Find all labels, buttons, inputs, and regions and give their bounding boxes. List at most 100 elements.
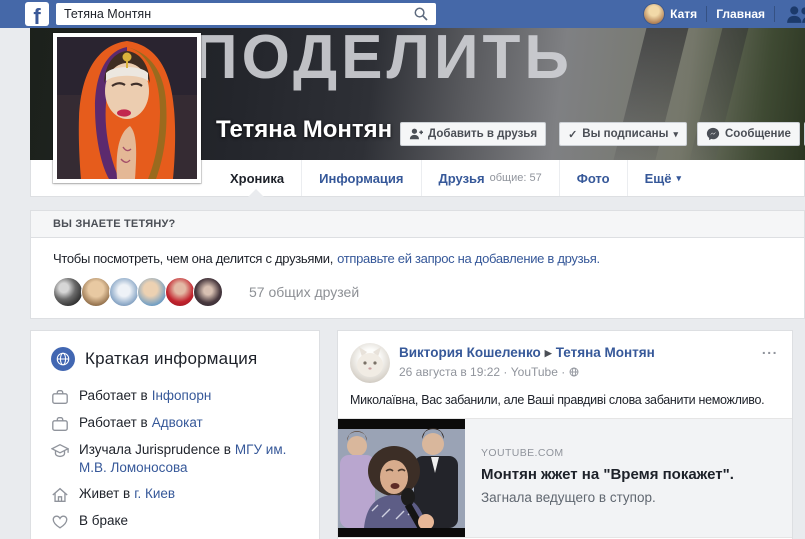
post-author-avatar[interactable] <box>350 343 390 383</box>
chevron-down-icon: ▾ <box>676 173 681 184</box>
do-you-know-box: ВЫ ЗНАЕТЕ ТЕТЯНУ? Чтобы посмотреть, чем … <box>30 210 805 319</box>
add-friend-label: Добавить в друзья <box>428 128 537 140</box>
tab-label: Фото <box>577 171 610 186</box>
do-you-know-text: Чтобы посмотреть, чем она делится с друз… <box>53 251 782 266</box>
mutual-friends-row: 57 общих друзей <box>53 277 782 307</box>
avatar[interactable] <box>81 277 111 307</box>
intro-item-text: Работает в Адвокат <box>79 414 203 432</box>
avatar[interactable] <box>193 277 223 307</box>
do-you-know-text-plain: Чтобы посмотреть, чем она делится с друз… <box>53 251 333 266</box>
attachment-description: Загнала ведущего в ступор. <box>481 490 776 505</box>
post-meta: 26 августа в 19:22 · YouTube · <box>399 365 655 379</box>
video-thumbnail <box>338 419 465 537</box>
intro-title: Краткая информация <box>85 349 257 369</box>
facebook-logo-letter: f <box>33 4 40 26</box>
post: Виктория Кошеленко ▶ Тетяна Монтян 26 авгу… <box>337 330 793 539</box>
do-you-know-body: Чтобы посмотреть, чем она делится с друз… <box>31 238 804 307</box>
search-input[interactable] <box>56 7 414 21</box>
privacy-globe-icon <box>569 367 579 377</box>
tab-friends[interactable]: Друзья общие: 57 <box>421 160 559 196</box>
topbar-divider <box>706 6 707 22</box>
topbar-divider <box>774 6 775 22</box>
mutual-friends-label: 57 общих друзей <box>249 284 359 300</box>
post-target-link[interactable]: Тетяна Монтян <box>556 345 655 360</box>
globe-icon <box>51 347 75 371</box>
home-link[interactable]: Главная <box>716 7 774 21</box>
person-add-icon <box>409 127 423 141</box>
intro-item-work: Работает в Адвокат <box>51 414 305 433</box>
arrow-right-icon: ▶ <box>545 348 552 358</box>
briefcase-icon <box>51 388 69 406</box>
send-friend-request-link[interactable]: отправьте ей запрос на добавление в друз… <box>337 251 600 266</box>
tab-label: Друзья <box>439 171 485 186</box>
facebook-logo[interactable]: f <box>25 2 49 26</box>
topbar-right-cluster: Катя Главная <box>644 0 805 28</box>
profile-picture-image <box>57 37 197 179</box>
intro-title-row: Краткая информация <box>45 347 305 371</box>
search-icon[interactable] <box>414 7 428 21</box>
intro-item-plain: Живет в <box>79 486 130 501</box>
intro-item-text: Изучала Jurisprudence вМГУ им. М.В. Ломо… <box>79 441 305 477</box>
intro-card: Краткая информация Работает вІнфопорн Ра… <box>30 330 320 539</box>
avatar[interactable] <box>137 277 167 307</box>
facebook-profile-page: f Катя Главная <box>0 0 805 539</box>
avatar[interactable] <box>109 277 139 307</box>
intro-item-text: Живет в г. Киев <box>79 485 175 503</box>
attachment-info: YOUTUBE.COM Монтян жжет на "Время покаже… <box>465 419 792 537</box>
add-friend-button[interactable]: Добавить в друзья <box>400 122 546 146</box>
subscribed-button[interactable]: ✓ Вы подписаны ▾ <box>559 122 687 146</box>
active-tab-pointer <box>248 189 264 197</box>
tab-label: Информация <box>319 171 403 186</box>
tab-photos[interactable]: Фото <box>559 160 627 196</box>
intro-item-plain: Изучала Jurisprudence в <box>79 442 231 457</box>
post-text: Миколаївна, Вас забанили, але Ваші правд… <box>350 393 780 407</box>
profile-name: Тетяна Монтян <box>216 116 392 144</box>
message-button[interactable]: Сообщение <box>697 122 800 146</box>
avatar[interactable] <box>165 277 195 307</box>
profile-picture[interactable] <box>53 33 201 183</box>
subscribed-label: Вы подписаны <box>582 128 668 140</box>
intro-item-city: Живет в г. Киев <box>51 485 305 504</box>
tab-label: Ещё <box>645 171 672 186</box>
intro-item-education: Изучала Jurisprudence вМГУ им. М.В. Ломо… <box>51 441 305 477</box>
friend-requests-icon[interactable] <box>784 5 805 24</box>
messenger-icon <box>706 127 720 141</box>
tab-more[interactable]: Ещё ▾ <box>627 160 698 196</box>
heart-icon <box>51 513 69 531</box>
intro-item-text: Работает вІнфопорн <box>79 387 211 405</box>
home-icon <box>51 486 69 504</box>
avatar[interactable] <box>644 4 664 24</box>
workplace-link[interactable]: Адвокат <box>152 415 203 430</box>
post-byline: Виктория Кошеленко ▶ Тетяна Монтян <box>399 345 655 362</box>
mutual-friends-count: общие: 57 <box>490 172 542 184</box>
link-attachment[interactable]: YOUTUBE.COM Монтян жжет на "Время покаже… <box>338 418 792 538</box>
profile-shortcut-link[interactable]: Катя <box>670 7 706 21</box>
post-author-link[interactable]: Виктория Кошеленко <box>399 345 541 360</box>
graduation-cap-icon <box>51 442 69 460</box>
post-header-text: Виктория Кошеленко ▶ Тетяна Монтян 26 авгу… <box>399 343 655 383</box>
intro-item-text: В браке <box>79 512 132 530</box>
tab-about[interactable]: Информация <box>301 160 420 196</box>
message-label: Сообщение <box>725 128 791 140</box>
workplace-link[interactable]: Інфопорн <box>152 388 212 403</box>
attachment-source: YOUTUBE.COM <box>481 447 776 459</box>
cover-overlay-text: ПОДЕЛИТЬ <box>193 28 573 93</box>
cat-avatar-image <box>350 343 390 383</box>
post-timestamp[interactable]: 26 августа в 19:22 · YouTube · <box>399 365 565 379</box>
intro-item-work: Работает вІнфопорн <box>51 387 305 406</box>
tab-label: Хроника <box>230 171 284 186</box>
search-box <box>56 3 436 25</box>
intro-item-relationship: В браке <box>51 512 305 531</box>
intro-item-plain: В браке <box>79 513 128 528</box>
intro-list: Работает вІнфопорн Работает в Адвокат Изу… <box>45 387 305 539</box>
intro-item-plain: Работает в <box>79 415 148 430</box>
briefcase-icon <box>51 415 69 433</box>
post-header: Виктория Кошеленко ▶ Тетяна Монтян 26 авгу… <box>338 331 792 383</box>
avatar[interactable] <box>53 277 83 307</box>
chevron-down-icon: ▾ <box>673 130 678 139</box>
check-icon: ✓ <box>568 128 577 141</box>
post-options-button[interactable]: ... <box>762 341 778 357</box>
cover-action-buttons: Добавить в друзья ✓ Вы подписаны ▾ Сообщ… <box>400 122 805 146</box>
topbar: f Катя Главная <box>0 0 805 28</box>
city-link[interactable]: г. Киев <box>134 486 175 501</box>
